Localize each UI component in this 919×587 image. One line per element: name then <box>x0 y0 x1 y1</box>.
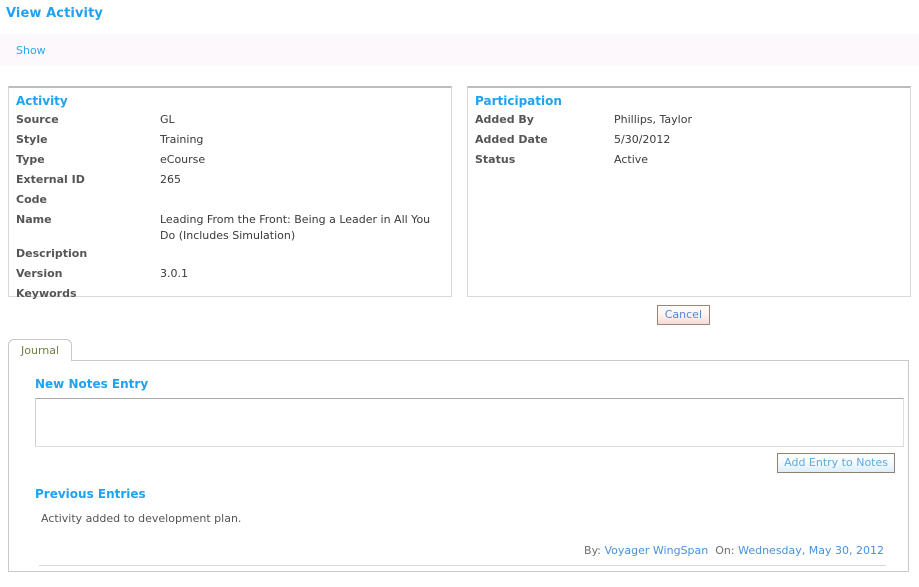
field-label-added-date: Added Date <box>475 133 548 146</box>
participation-fields: Added By Phillips, Taylor Added Date 5/3… <box>475 110 903 170</box>
entry-meta: By: Voyager WingSpan On: Wednesday, May … <box>27 544 898 557</box>
field-row-status: Status Active <box>475 150 903 170</box>
field-label-code: Code <box>16 193 47 206</box>
field-row-style: Style Training <box>16 130 444 150</box>
field-row-source: Source GL <box>16 110 444 130</box>
field-label-added-by: Added By <box>475 113 534 126</box>
activity-fields: Source GL Style Training Type eCourse Ex… <box>16 110 444 304</box>
field-value-source: GL <box>160 113 175 126</box>
activity-panel: Activity Source GL Style Training Type e… <box>8 86 452 300</box>
field-label-description: Description <box>16 247 88 260</box>
field-value-added-by: Phillips, Taylor <box>614 113 692 126</box>
entry-by-label: By: <box>584 544 601 557</box>
journal-panel: New Notes Entry Add Entry to Notes Previ… <box>8 360 909 572</box>
field-row-version: Version 3.0.1 <box>16 264 444 284</box>
previous-entries-list: Activity added to development plan. By: … <box>27 512 898 566</box>
field-value-style: Training <box>160 133 204 146</box>
show-filter-bar: Show <box>0 34 919 66</box>
field-label-style: Style <box>16 133 48 146</box>
participation-panel: Participation Added By Phillips, Taylor … <box>467 86 911 297</box>
field-value-keywords <box>160 284 444 286</box>
field-label-status: Status <box>475 153 516 166</box>
show-link[interactable]: Show <box>0 44 46 57</box>
detail-panels: Activity Source GL Style Training Type e… <box>0 86 919 300</box>
entry-divider <box>39 565 886 566</box>
entry-on-value-link[interactable]: Wednesday, May 30, 2012 <box>738 544 884 557</box>
journal-section: Journal New Notes Entry Add Entry to Not… <box>0 339 919 572</box>
tab-journal[interactable]: Journal <box>8 339 73 361</box>
activity-panel-title: Activity <box>16 94 68 108</box>
list-item: Activity added to development plan. By: … <box>27 512 898 566</box>
field-row-code: Code <box>16 190 444 210</box>
entry-text: Activity added to development plan. <box>41 512 242 525</box>
field-label-source: Source <box>16 113 59 126</box>
add-entry-to-notes-button[interactable]: Add Entry to Notes <box>777 453 895 473</box>
field-value-description <box>160 244 444 246</box>
field-value-type: eCourse <box>160 153 206 166</box>
field-value-status: Active <box>614 153 649 166</box>
field-label-keywords: Keywords <box>16 287 77 300</box>
field-label-version: Version <box>16 267 63 280</box>
field-row-description: Description <box>16 244 444 264</box>
field-value-added-date: 5/30/2012 <box>614 133 671 146</box>
entry-by-value-link[interactable]: Voyager WingSpan <box>605 544 709 557</box>
field-row-added-date: Added Date 5/30/2012 <box>475 130 903 150</box>
page-title: View Activity <box>6 6 103 21</box>
participation-panel-title: Participation <box>475 94 562 108</box>
field-row-external-id: External ID 265 <box>16 170 444 190</box>
field-label-type: Type <box>16 153 45 166</box>
field-row-keywords: Keywords <box>16 284 444 304</box>
field-row-added-by: Added By Phillips, Taylor <box>475 110 903 130</box>
entry-on-label: On: <box>715 544 735 557</box>
field-value-external-id: 265 <box>160 173 181 186</box>
new-notes-entry-title: New Notes Entry <box>35 377 149 391</box>
cancel-button[interactable]: Cancel <box>656 305 710 325</box>
field-value-code <box>160 190 444 192</box>
field-label-external-id: External ID <box>16 173 85 186</box>
field-value-name: Leading From the Front: Being a Leader i… <box>160 213 431 242</box>
field-label-name: Name <box>16 213 52 226</box>
field-row-type: Type eCourse <box>16 150 444 170</box>
field-row-name: Name Leading From the Front: Being a Lea… <box>16 210 444 244</box>
journal-tab-strip: Journal <box>8 339 909 361</box>
notes-input[interactable] <box>35 398 904 447</box>
field-value-version: 3.0.1 <box>160 267 188 280</box>
journal-actions: Add Entry to Notes <box>27 447 898 473</box>
previous-entries-title: Previous Entries <box>35 487 146 501</box>
